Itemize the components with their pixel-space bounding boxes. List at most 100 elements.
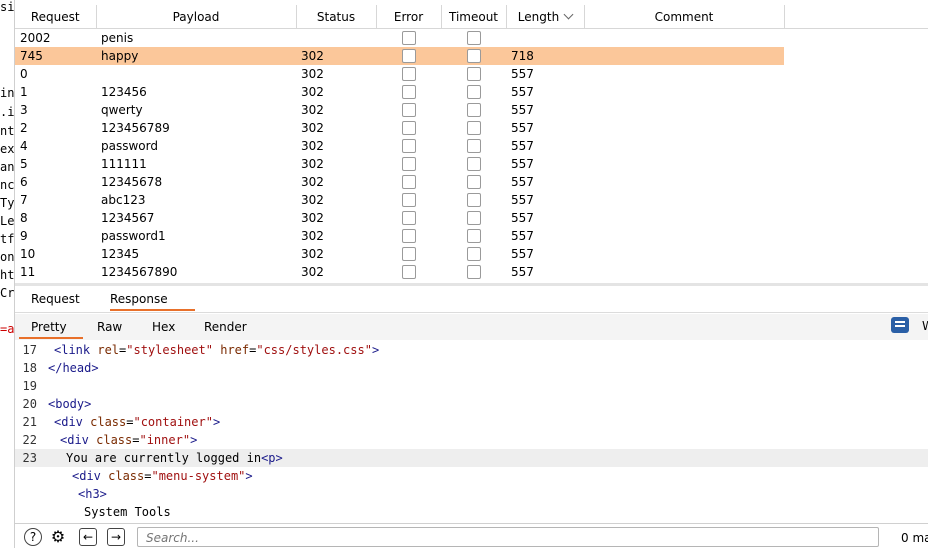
cell-spacer — [784, 28, 928, 47]
code-line: 23 You are currently logged in<p> — [15, 449, 928, 467]
table-row[interactable]: 4 password 302 557 — [15, 137, 928, 155]
cell-request: 5 — [20, 157, 28, 171]
cell-request: 3 — [20, 103, 28, 117]
table-row[interactable]: 1 123456 302 557 — [15, 83, 928, 101]
sort-descending-icon — [563, 9, 574, 19]
table-row[interactable]: 5 111111 302 557 — [15, 155, 928, 173]
tab-raw[interactable]: Raw — [97, 320, 122, 334]
column-header-comment[interactable]: Comment — [584, 5, 785, 29]
timeout-checkbox — [466, 265, 481, 280]
cell-length: 557 — [511, 103, 534, 117]
cell-comment — [584, 65, 784, 83]
left-fragment: nt — [0, 124, 15, 138]
tab-pretty[interactable]: Pretty — [31, 320, 67, 334]
cell-payload: 123456789 — [101, 121, 170, 135]
tab-response[interactable]: Response — [110, 292, 168, 306]
cell-length: 557 — [511, 121, 534, 135]
column-header-status[interactable]: Status — [296, 5, 377, 29]
timeout-checkbox — [466, 121, 481, 136]
timeout-cell — [441, 101, 506, 119]
cell-comment — [584, 137, 784, 155]
cell-payload: 1234567890 — [101, 265, 178, 279]
code-token: rel — [97, 343, 120, 357]
table-row[interactable]: 7 abc123 302 557 — [15, 191, 928, 209]
table-row[interactable]: 9 password1 302 557 — [15, 227, 928, 245]
cell-length: 557 — [511, 67, 534, 81]
table-row[interactable]: 3 qwerty 302 557 — [15, 101, 928, 119]
tab-request[interactable]: Request — [31, 292, 80, 306]
table-row[interactable]: 2 123456789 302 557 — [15, 119, 928, 137]
response-code-view[interactable]: 17 <link rel="stylesheet" href="css/style… — [15, 341, 928, 523]
back-icon[interactable]: ← — [79, 528, 97, 546]
column-header-payload[interactable]: Payload — [96, 5, 297, 29]
code-line: <h3> — [15, 485, 928, 503]
error-checkbox — [401, 157, 416, 172]
column-header-request[interactable]: Request — [15, 5, 97, 29]
code-text: <div class="inner"> — [60, 431, 197, 449]
code-token: <body> — [48, 397, 92, 411]
table-row[interactable]: 6 12345678 302 557 — [15, 173, 928, 191]
cell-comment — [584, 101, 784, 119]
pane-divider[interactable] — [15, 283, 928, 286]
cell-comment — [584, 119, 784, 137]
timeout-cell — [441, 119, 506, 137]
cell-comment — [584, 263, 784, 281]
search-bar: ? ⚙ ← → 0 ma — [15, 523, 928, 549]
code-token: <p> — [261, 451, 283, 465]
code-token: You are currently logged in — [66, 451, 262, 465]
table-row[interactable]: 2002 penis — [15, 28, 928, 47]
cell-length: 557 — [511, 193, 534, 207]
cell-length: 718 — [506, 47, 584, 65]
line-number: 17 — [22, 343, 37, 357]
column-header-error[interactable]: Error — [376, 5, 442, 29]
timeout-checkbox — [466, 229, 481, 244]
cell-payload: qwerty — [101, 103, 143, 117]
error-cell — [376, 47, 441, 65]
tab-hex[interactable]: Hex — [152, 320, 175, 334]
cell-payload: penis — [101, 31, 134, 45]
results-table: Request Payload Status Error Timeout Len… — [15, 5, 928, 283]
cell-spacer — [784, 263, 928, 281]
left-fragment: Ty — [0, 196, 15, 210]
left-fragment: =a — [0, 322, 15, 336]
cell-comment — [584, 209, 784, 227]
cell-spacer — [784, 119, 928, 137]
cell-length: 557 — [511, 85, 534, 99]
search-input[interactable] — [144, 529, 878, 547]
cell-length: 557 — [511, 211, 534, 225]
message-tabs: Request Response — [15, 287, 928, 313]
error-checkbox — [401, 103, 416, 118]
timeout-cell — [441, 245, 506, 263]
cell-payload: 123456 — [101, 85, 147, 99]
left-fragment: ht — [0, 268, 15, 282]
table-row[interactable]: 8 1234567 302 557 — [15, 209, 928, 227]
timeout-cell — [441, 173, 506, 191]
cell-length: 557 — [511, 157, 534, 171]
help-icon[interactable]: ? — [24, 528, 42, 546]
format-lines-icon[interactable] — [891, 317, 909, 333]
cell-status: 302 — [301, 265, 324, 279]
settings-icon[interactable]: ⚙ — [49, 528, 67, 546]
column-header-timeout[interactable]: Timeout — [441, 5, 507, 29]
error-cell — [376, 65, 441, 83]
table-row[interactable]: 0 302 557 — [15, 65, 928, 83]
forward-icon[interactable]: → — [107, 528, 125, 546]
table-row[interactable]: 11 1234567890 302 557 — [15, 263, 928, 281]
cell-status: 302 — [301, 103, 324, 117]
tab-render[interactable]: Render — [204, 320, 247, 334]
timeout-checkbox — [466, 31, 481, 46]
code-token: > — [212, 415, 221, 429]
table-row[interactable]: 10 12345 302 557 — [15, 245, 928, 263]
error-cell — [376, 191, 441, 209]
table-row[interactable]: 745 happy 302 718 — [15, 47, 928, 65]
line-number: 22 — [22, 433, 37, 447]
error-cell — [376, 245, 441, 263]
error-checkbox — [401, 85, 416, 100]
code-text: <div class="container"> — [54, 413, 220, 431]
cell-request: 2 — [20, 121, 28, 135]
code-line: System Tools — [15, 503, 928, 521]
error-checkbox — [401, 247, 416, 262]
code-token: class — [108, 469, 145, 483]
code-text: </head> — [48, 359, 99, 377]
column-header-length[interactable]: Length — [506, 5, 585, 29]
